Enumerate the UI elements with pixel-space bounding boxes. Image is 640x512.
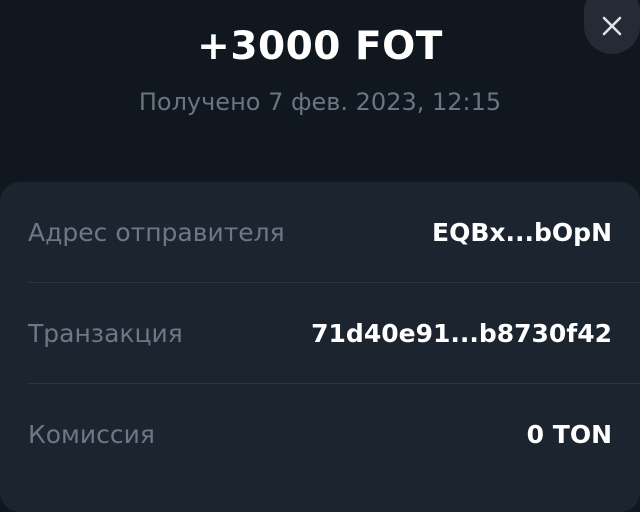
sender-address-row[interactable]: Адрес отправителя EQBx...bOpN xyxy=(28,182,612,283)
sender-address-value[interactable]: EQBx...bOpN xyxy=(432,218,612,247)
sender-address-label: Адрес отправителя xyxy=(28,218,285,247)
transaction-hash-row[interactable]: Транзакция 71d40e91...b8730f42 xyxy=(28,283,612,384)
fee-label: Комиссия xyxy=(28,420,155,449)
transaction-hash-label: Транзакция xyxy=(28,319,183,348)
received-timestamp: Получено 7 фев. 2023, 12:15 xyxy=(138,88,502,116)
fee-value: 0 TON xyxy=(526,420,612,449)
transaction-details-card: Адрес отправителя EQBx...bOpN Транзакция… xyxy=(0,182,640,512)
transaction-amount: +3000 FOT xyxy=(197,24,443,69)
transaction-hash-value[interactable]: 71d40e91...b8730f42 xyxy=(311,319,612,348)
fee-row: Комиссия 0 TON xyxy=(28,384,612,485)
